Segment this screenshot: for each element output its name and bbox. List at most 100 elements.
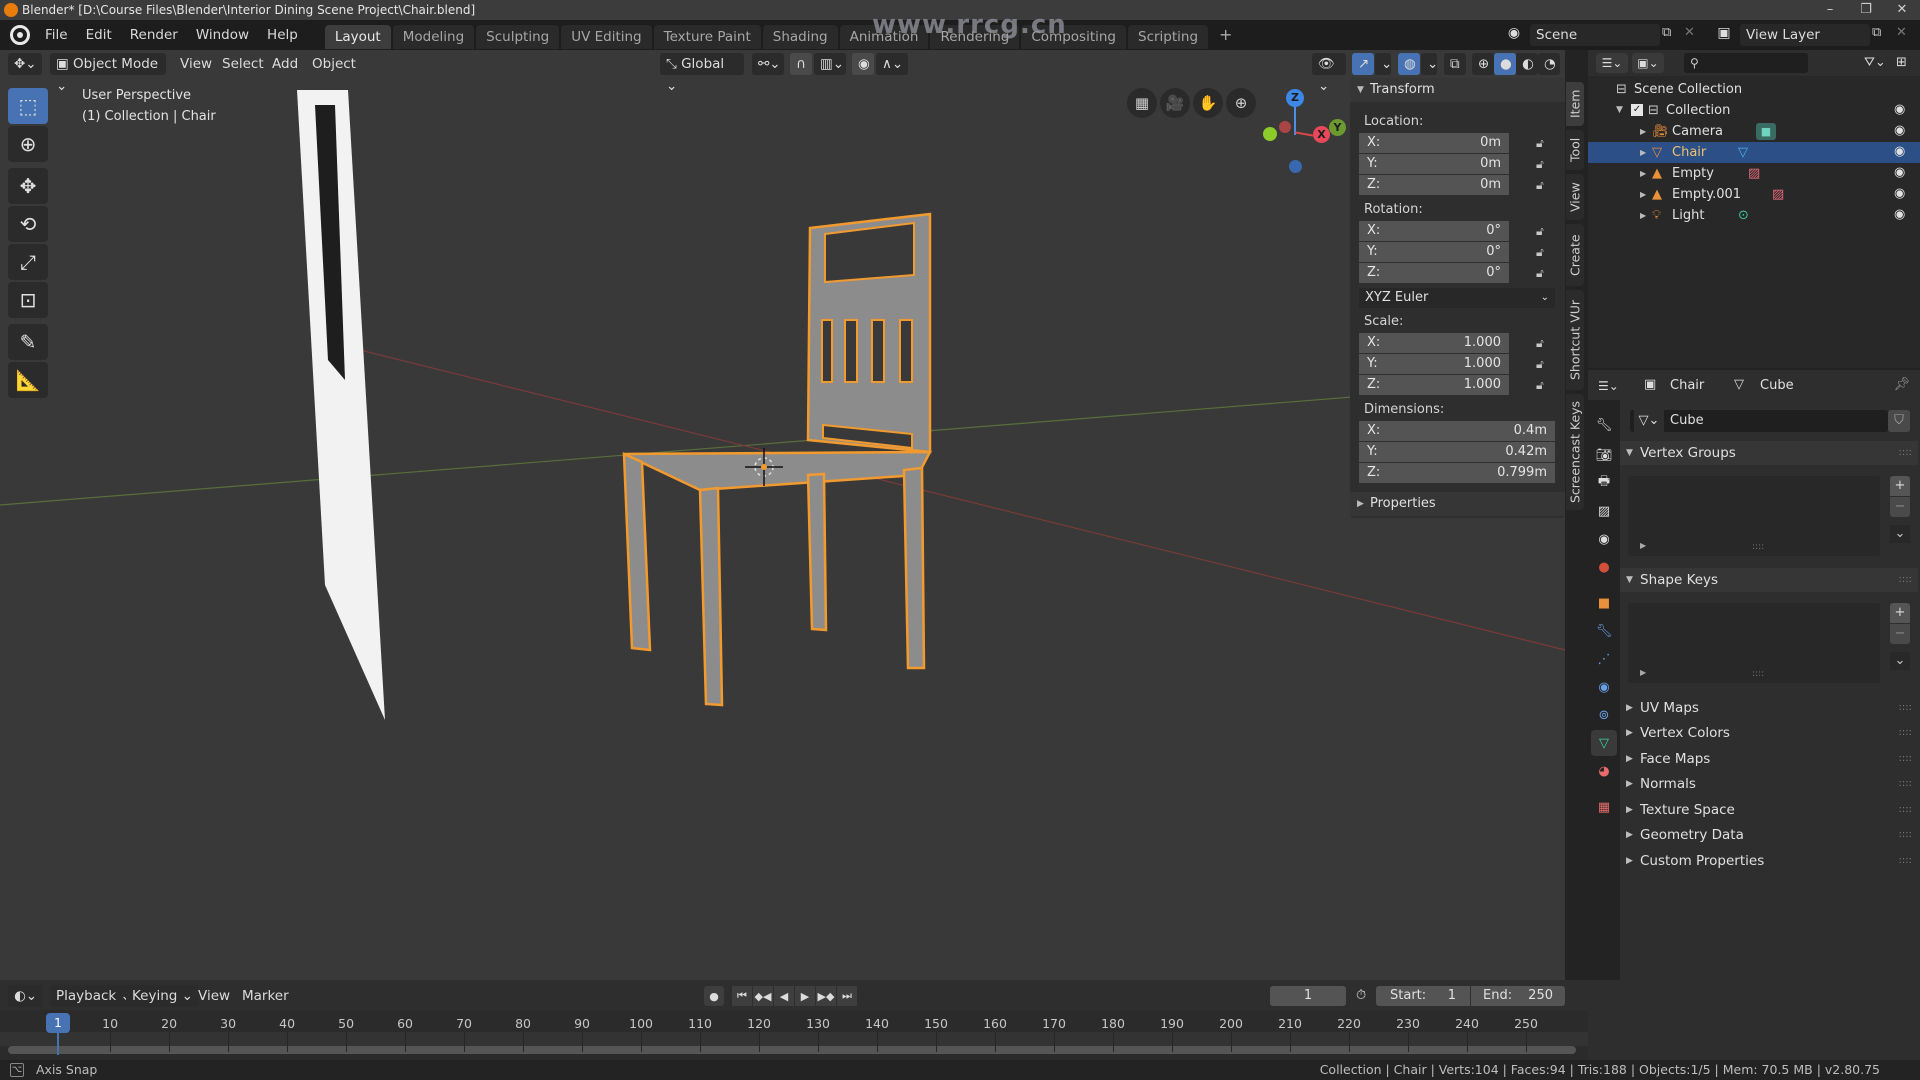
rotate-tool[interactable]: ⟲ (8, 206, 48, 242)
timeline-view-menu[interactable]: View (192, 985, 236, 1007)
lock-icon[interactable]: 🔓︎ (1536, 357, 1548, 371)
axis-z-icon[interactable]: Z (1286, 89, 1304, 107)
mesh-datablock-selector[interactable]: ▽⌄ Cube (1630, 410, 1888, 432)
eye-icon[interactable]: ◉ (1894, 145, 1908, 159)
particles-tab-icon[interactable]: ⋰ (1591, 646, 1617, 672)
outliner-row-empty[interactable]: ▶ ▲ Empty ▨ ◉ (1588, 163, 1920, 184)
rotation-z-field[interactable]: Z: 0° (1359, 263, 1509, 283)
workspace-tab-layout[interactable]: Layout (324, 24, 391, 49)
editor-type-button[interactable]: ✥⌄ (8, 53, 42, 75)
transform-panel-header[interactable]: ▼ Transform (1350, 78, 1565, 102)
properties-panel-header[interactable]: ▶ Properties (1350, 492, 1565, 516)
lock-icon[interactable]: 🔓︎ (1536, 178, 1548, 192)
axis-neg-z-icon[interactable] (1289, 160, 1302, 173)
lock-icon[interactable]: 🔓︎ (1536, 245, 1548, 259)
expand-triangle-icon[interactable]: ▶ (1640, 205, 1646, 226)
fake-user-shield-icon[interactable]: ⛉ (1888, 410, 1910, 432)
axis-x-icon[interactable]: X (1313, 126, 1330, 143)
axis-gizmo[interactable]: Z X Y (1250, 80, 1350, 180)
shading-wireframe[interactable]: ⊕ (1472, 53, 1494, 75)
rotation-x-field[interactable]: X: 0° (1359, 221, 1509, 241)
sidebar-tab-create[interactable]: Create (1566, 224, 1584, 286)
record-button[interactable]: ● (704, 986, 724, 1006)
vertex-groups-list[interactable]: ▶:::: (1628, 476, 1880, 556)
outliner-row-camera[interactable]: ▶ 🎥︎ Camera ■ ◉ (1588, 121, 1920, 142)
current-frame-field[interactable]: 1 (1270, 986, 1346, 1006)
delete-view-layer-icon[interactable]: ✕ (1896, 25, 1914, 45)
shape-keys-menu-button[interactable]: ⌄ (1890, 652, 1910, 670)
scale-x-field[interactable]: X: 1.000 (1359, 333, 1509, 353)
play-button[interactable]: ▶ (795, 986, 815, 1006)
dimensions-y-field[interactable]: Y: 0.42m (1359, 442, 1555, 462)
axis-neg-x-icon[interactable] (1279, 121, 1291, 133)
object-tab-icon[interactable]: ■ (1591, 590, 1617, 616)
scale-tool[interactable]: ⤢ (8, 244, 48, 280)
shape-keys-list[interactable]: ▶:::: (1628, 603, 1880, 683)
workspace-tab-sculpting[interactable]: Sculpting (476, 24, 560, 49)
3d-viewport[interactable]: User Perspective (1) Collection | Chair (0, 50, 1565, 980)
maximize-button[interactable]: ❐ (1848, 0, 1884, 20)
image-data-icon[interactable]: ▨ (1772, 184, 1784, 205)
location-x-field[interactable]: X: 0m (1359, 133, 1509, 153)
move-tool[interactable]: ✥ (8, 168, 48, 204)
snap-target-dropdown[interactable]: ▥⌄ (814, 53, 846, 75)
view-layer-icon[interactable]: ▣ (1710, 25, 1738, 45)
eye-icon[interactable]: ◉ (1894, 103, 1908, 117)
add-shape-key-button[interactable]: + (1890, 603, 1910, 623)
eye-icon[interactable]: ◉ (1894, 124, 1908, 138)
playhead[interactable]: 1 (46, 1013, 70, 1033)
proportional-falloff-dropdown[interactable]: ∧⌄ (876, 53, 908, 75)
texture-tab-icon[interactable]: ▦ (1591, 794, 1617, 820)
jump-end-button[interactable]: ⏭ (837, 986, 857, 1006)
jump-start-button[interactable]: ⏮ (732, 986, 752, 1006)
expand-triangle-icon[interactable]: ▼ (1616, 100, 1623, 121)
snap-toggle[interactable]: ∩ (790, 53, 812, 75)
gizmo-toggle[interactable]: ↗ (1352, 53, 1374, 75)
outliner-row-light[interactable]: ▶ 💡︎ Light ⊙ ◉ (1588, 205, 1920, 226)
prev-keyframe-button[interactable]: ◆◀ (753, 986, 773, 1006)
measure-tool[interactable]: 📐 (8, 362, 48, 398)
axis-y-icon[interactable]: Y (1329, 119, 1346, 136)
object-menu[interactable]: Object (306, 53, 362, 75)
pan-hand-icon[interactable]: ✋ (1193, 88, 1223, 118)
select-box-tool[interactable]: ⬚ (8, 88, 48, 124)
expand-triangle-icon[interactable]: ▶ (1640, 121, 1646, 142)
camera-view-icon[interactable]: 🎥 (1160, 88, 1190, 118)
overlays-toggle[interactable]: ◍ (1398, 53, 1420, 75)
menu-edit[interactable]: Edit (77, 20, 121, 50)
constraints-tab-icon[interactable]: ⊚ (1591, 702, 1617, 728)
vertex-colors-panel-header[interactable]: ▶ Vertex Colors:::: (1620, 721, 1918, 745)
lock-icon[interactable]: 🔓︎ (1536, 378, 1548, 392)
timeline-scrollbar[interactable] (8, 1046, 1576, 1054)
object-mode-dropdown[interactable]: ▣ Object Mode ⌄ (50, 53, 166, 94)
scene-name-field[interactable]: Scene (1530, 24, 1660, 46)
sidebar-tab-shortcut-vur[interactable]: Shortcut VUr (1566, 290, 1584, 390)
lock-icon[interactable]: 🔓︎ (1536, 157, 1548, 171)
add-workspace-button[interactable]: + (1210, 20, 1241, 50)
render-tab-icon[interactable]: 📷︎ (1591, 442, 1617, 468)
texture-space-panel-header[interactable]: ▶ Texture Space:::: (1620, 798, 1918, 822)
output-tab-icon[interactable]: 🖶 (1591, 470, 1617, 496)
axis-neg-y-icon[interactable] (1263, 127, 1277, 141)
filter-icon[interactable]: ⛛⌄ (1864, 53, 1894, 73)
gizmo-dropdown[interactable]: ⌄ (1375, 53, 1392, 75)
menu-window[interactable]: Window (187, 20, 258, 50)
scale-z-field[interactable]: Z: 1.000 (1359, 375, 1509, 395)
rotation-y-field[interactable]: Y: 0° (1359, 242, 1509, 262)
outliner-search-input[interactable]: ⚲ (1684, 53, 1808, 73)
keying-menu[interactable]: Keying ⌄ (126, 985, 199, 1007)
expand-triangle-icon[interactable]: ▶ (1640, 163, 1646, 184)
scene-tab-icon[interactable]: ◉ (1591, 526, 1617, 552)
vertex-groups-panel-header[interactable]: ▼ Vertex Groups:::: (1620, 441, 1918, 465)
add-menu[interactable]: Add (266, 53, 304, 75)
face-maps-panel-header[interactable]: ▶ Face Maps:::: (1620, 747, 1918, 771)
mesh-data-tab-icon[interactable]: ▽ (1591, 730, 1617, 756)
lock-icon[interactable]: 🔓︎ (1536, 336, 1548, 350)
cursor-tool[interactable]: ⊕ (8, 126, 48, 162)
scale-y-field[interactable]: Y: 1.000 (1359, 354, 1509, 374)
dimensions-x-field[interactable]: X: 0.4m (1359, 421, 1555, 441)
start-frame-field[interactable]: Start: 1 (1376, 986, 1470, 1006)
view-layer-field[interactable]: View Layer (1740, 24, 1870, 46)
toggle-perspective-icon[interactable]: ▦ (1127, 88, 1157, 118)
lock-icon[interactable]: 🔓︎ (1536, 266, 1548, 280)
